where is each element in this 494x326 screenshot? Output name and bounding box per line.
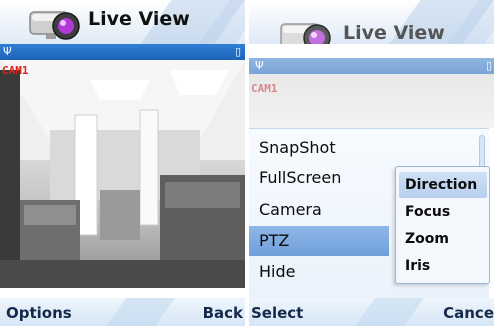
menu-item-fullscreen[interactable]: FullScreen [249, 163, 389, 193]
camera-video-feed[interactable]: CAM1 [0, 60, 245, 288]
status-strip: Ψ ▯ [249, 58, 494, 74]
submenu-item-direction[interactable]: Direction [399, 172, 487, 198]
select-softkey[interactable]: Select [251, 304, 303, 322]
softkey-bar: Select Cance [249, 298, 494, 326]
camera-app-icon [280, 23, 331, 44]
signal-icon: Ψ [3, 45, 12, 58]
menu-item-ptz[interactable]: PTZ [249, 226, 389, 256]
back-softkey[interactable]: Back [203, 304, 243, 322]
camera-video-feed: CAM1 [249, 74, 494, 128]
submenu-item-zoom[interactable]: Zoom [399, 226, 487, 252]
page-title: Live View [343, 22, 445, 44]
title-bar: Live View [0, 0, 245, 44]
status-strip: Ψ ▯ [0, 44, 245, 60]
menu-item-hide[interactable]: Hide [249, 257, 389, 287]
ptz-submenu: Direction Focus Zoom Iris [395, 166, 490, 284]
live-view-screen: Live View Ψ ▯ CAM1 Options Back [0, 0, 245, 326]
cancel-softkey[interactable]: Cance [443, 304, 494, 322]
page-title: Live View [88, 8, 190, 30]
softkey-bar: Options Back [0, 298, 245, 326]
menu-item-snapshot[interactable]: SnapShot [249, 133, 389, 163]
submenu-item-iris[interactable]: Iris [399, 253, 487, 279]
office-scene [0, 60, 245, 288]
battery-icon: ▯ [485, 59, 492, 72]
options-menu-screen: Live View Ψ ▯ CAM1 SnapShot FullScreen C… [249, 0, 494, 326]
signal-icon: Ψ [255, 59, 264, 72]
menu-item-camera[interactable]: Camera [249, 195, 389, 225]
battery-icon: ▯ [234, 45, 241, 58]
submenu-item-focus[interactable]: Focus [399, 199, 487, 225]
camera-label: CAM1 [2, 64, 29, 77]
camera-label: CAM1 [251, 82, 278, 95]
options-softkey[interactable]: Options [6, 304, 72, 322]
camera-app-icon [29, 11, 80, 40]
